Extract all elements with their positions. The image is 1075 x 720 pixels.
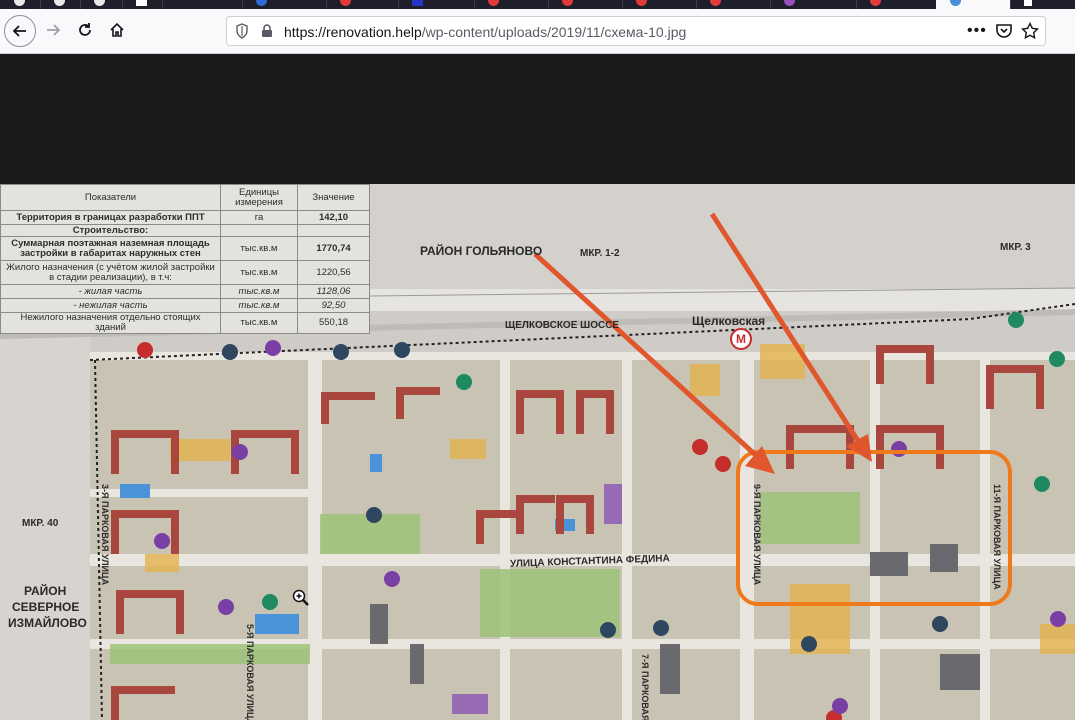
- district-golyanovo-label: РАЙОН ГОЛЬЯНОВО: [420, 244, 543, 258]
- table-cell: Строительство:: [0, 224, 221, 237]
- shield-icon[interactable]: [235, 23, 249, 39]
- navigation-toolbar: https://renovation.help/wp-content/uploa…: [0, 9, 1075, 54]
- tab[interactable]: [40, 0, 81, 9]
- tab-favicon-icon: [412, 0, 423, 6]
- table-cell: Суммарная поэтажная наземная площадь зас…: [0, 236, 221, 261]
- url-text[interactable]: https://renovation.help/wp-content/uploa…: [284, 24, 686, 40]
- table-cell: [297, 224, 370, 237]
- table-cell: 1128,06: [297, 284, 370, 299]
- tab[interactable]: [856, 0, 937, 9]
- tab[interactable]: [696, 0, 771, 9]
- more-icon[interactable]: •••: [967, 22, 987, 40]
- url-path: /wp-content/uploads/2019/11/схема-10.jpg: [421, 24, 687, 40]
- metro-label: М: [736, 332, 746, 346]
- reload-button[interactable]: [70, 15, 100, 45]
- back-button[interactable]: [4, 15, 36, 47]
- mkr-1-2-label: МКР. 1-2: [580, 248, 620, 259]
- table-cell: тыс.кв.м: [220, 298, 298, 313]
- park-9-street-label: 9-Я ПАРКОВАЯ УЛИЦА: [752, 484, 762, 586]
- district-izmaylovo-label-1: РАЙОН: [24, 584, 67, 598]
- table-cell: - нежилая часть: [0, 298, 221, 313]
- shchelkovskaya-label: Щелковская: [692, 314, 766, 328]
- tab[interactable]: [548, 0, 623, 9]
- url-bar[interactable]: https://renovation.help/wp-content/uploa…: [226, 16, 1046, 46]
- tab[interactable]: [1010, 0, 1075, 9]
- table-cell: 1220,56: [297, 260, 370, 285]
- tab-favicon-icon: [1024, 0, 1032, 6]
- tab[interactable]: [80, 0, 123, 9]
- tab-favicon-icon: [710, 0, 721, 6]
- tab[interactable]: [162, 0, 243, 9]
- reload-icon: [79, 23, 91, 36]
- table-header: Значение: [297, 184, 370, 211]
- tab-favicon-icon: [256, 0, 267, 6]
- tab-favicon-icon: [94, 0, 105, 6]
- home-button[interactable]: [102, 15, 132, 45]
- forward-button[interactable]: [38, 15, 68, 45]
- tab-favicon-icon: [784, 0, 795, 6]
- url-host: https://renovation.help: [284, 24, 422, 40]
- table-cell: тыс.кв.м: [220, 284, 298, 299]
- table-header: Единицы измерения: [220, 184, 298, 211]
- table-cell: Территория в границах разработки ППТ: [0, 210, 221, 225]
- map-image: Показатели Единицы измерения Значение Те…: [0, 184, 1075, 720]
- tab[interactable]: [474, 0, 549, 9]
- table-cell: 550,18: [297, 312, 370, 334]
- park-3-street-label: 3-Я ПАРКОВАЯ УЛИЦА: [100, 484, 110, 586]
- table-cell: тыс.кв.м: [220, 312, 298, 334]
- tab[interactable]: [398, 0, 475, 9]
- tab[interactable]: [122, 0, 163, 9]
- tab-favicon-icon: [54, 0, 65, 6]
- table-cell: [220, 224, 298, 237]
- tab-favicon-icon: [14, 0, 25, 6]
- back-icon: [12, 25, 26, 37]
- table-cell: тыс.кв.м: [220, 260, 298, 285]
- lock-icon[interactable]: [261, 24, 273, 38]
- tab[interactable]: [622, 0, 697, 9]
- table-cell: тыс.кв.м: [220, 236, 298, 261]
- bookmark-star-icon[interactable]: [1021, 22, 1039, 40]
- tab-favicon-icon: [562, 0, 573, 6]
- home-icon: [110, 22, 124, 37]
- tab-favicon-icon: [636, 0, 647, 6]
- table-cell: - жилая часть: [0, 284, 221, 299]
- page-viewport: Показатели Единицы измерения Значение Те…: [0, 54, 1075, 720]
- tab-favicon-icon: [136, 0, 147, 6]
- shchelkovskoe-label: ЩЕЛКОВСКОЕ ШОССЕ: [505, 320, 620, 331]
- zoom-cursor-icon: [292, 589, 309, 606]
- tab[interactable]: [0, 0, 41, 9]
- tab[interactable]: [326, 0, 399, 9]
- tab[interactable]: [242, 0, 327, 9]
- indicators-table: Показатели Единицы измерения Значение Те…: [0, 184, 370, 334]
- district-izmaylovo-label-3: ИЗМАЙЛОВО: [8, 616, 87, 630]
- table-cell: 92,50: [297, 298, 370, 313]
- mkr-3-label: МКР. 3: [1000, 242, 1031, 253]
- tab-favicon-icon: [950, 0, 961, 6]
- table-cell: 1770,74: [297, 236, 370, 261]
- park-7-street-label: 7-Я ПАРКОВАЯ УЛИЦА: [640, 654, 650, 720]
- pocket-icon[interactable]: [995, 22, 1013, 40]
- table-cell: 142,10: [297, 210, 370, 225]
- tab[interactable]: [770, 0, 857, 9]
- table-header: Показатели: [0, 184, 221, 211]
- park-11-street-label: 11-Я ПАРКОВАЯ УЛИЦА: [992, 484, 1002, 590]
- table-cell: га: [220, 210, 298, 225]
- table-cell: Жилого назначения (с учётом жилой застро…: [0, 260, 221, 285]
- tab-favicon-icon: [340, 0, 351, 6]
- tab-strip: [0, 0, 1075, 9]
- forward-icon: [47, 24, 61, 36]
- mkr-40-label: МКР. 40: [22, 518, 59, 529]
- tab-favicon-icon: [488, 0, 499, 6]
- tab-favicon-icon: [870, 0, 881, 6]
- park-5-street-label: 5-Я ПАРКОВАЯ УЛИЦА: [245, 624, 255, 720]
- tab-active[interactable]: [936, 0, 1011, 9]
- table-cell: Нежилого назначения отдельно стоящих зда…: [0, 312, 221, 334]
- district-izmaylovo-label-2: СЕВЕРНОЕ: [12, 600, 80, 614]
